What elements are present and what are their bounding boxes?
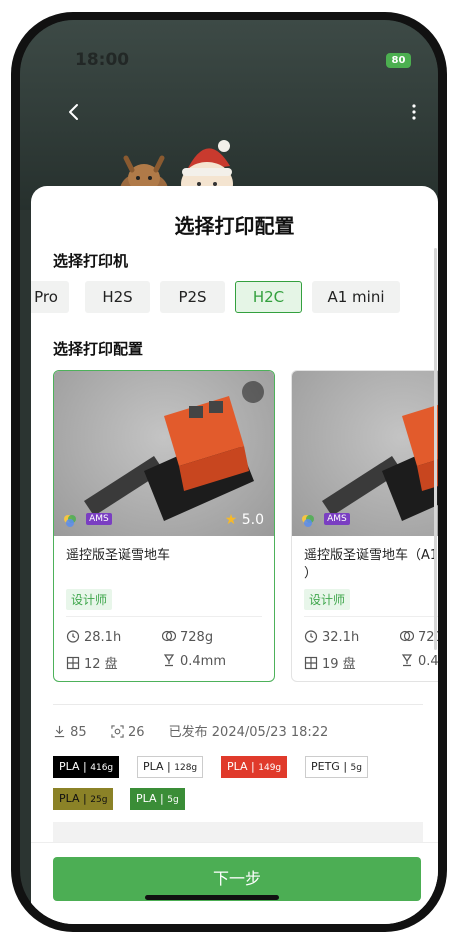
clock-icon [304, 630, 318, 643]
card-divider [304, 616, 438, 617]
multicolor-icon [64, 515, 76, 527]
filament-chip: PLA | 128g [137, 756, 204, 778]
printer-tab-a1-mini[interactable]: A1 mini [312, 281, 400, 313]
designer-tag: 设计师 [66, 589, 113, 610]
downloads: 85 [53, 725, 101, 740]
printer-tab-h2c[interactable]: H2C [235, 281, 302, 313]
plate-icon [66, 656, 80, 670]
plates-stat: 19 盘 [304, 653, 356, 672]
rating-value: 5.0 [241, 512, 264, 528]
weight-stat: 721 [399, 629, 438, 645]
model-hero-background [20, 20, 438, 210]
profile-thumbnail: AMS ★ 5.0 [54, 371, 274, 536]
download-icon [54, 725, 65, 738]
filament-type: PLA [136, 792, 157, 805]
copy-icon [242, 381, 264, 403]
weight-stat: 728g [161, 629, 214, 645]
snow-vehicle-image [322, 404, 438, 521]
print-time: 28.1h [84, 630, 122, 645]
profile-meta: 85 26 已发布 2024/05/23 18:22 [53, 721, 338, 740]
filament-type: PLA [227, 760, 248, 773]
filament-chip: PLA | 5g [130, 788, 185, 810]
print-config-sheet: 选择打印配置 选择打印机 Pro H2S P2S H2C A1 mini 选择打… [31, 186, 438, 924]
ams-badge: AMS [86, 513, 112, 525]
filament-type: PLA [59, 760, 80, 773]
plate-count: 19 盘 [322, 657, 356, 672]
filament-chip: PLA | 416g [53, 756, 120, 778]
nozzle-stat: 0.4mm [162, 653, 226, 669]
card-icons: AMS [62, 513, 112, 529]
filament-type: PETG [311, 760, 340, 773]
filament-weight: 149g [258, 763, 282, 773]
nozzle-icon [163, 654, 175, 667]
plate-count: 12 盘 [84, 657, 118, 672]
printer-tab-pro[interactable]: Pro [31, 281, 69, 313]
filament-spool-icon [161, 630, 177, 642]
printer-section-label: 选择打印机 [53, 252, 129, 270]
printer-tab-h2s[interactable]: H2S [85, 281, 150, 313]
battery-indicator: 80 [386, 53, 411, 68]
rating: ★ 5.0 [225, 512, 264, 528]
profile-title: 遥控版圣诞雪地车 [66, 548, 171, 563]
profile-thumbnail: AMS [292, 371, 438, 536]
filament-type: PLA [59, 792, 80, 805]
status-time: 18:00 [75, 50, 130, 70]
print-time: 32.1h [322, 630, 360, 645]
designer-tag: 设计师 [304, 589, 351, 610]
filament-spool-icon [399, 630, 415, 642]
more-vertical-icon[interactable] [402, 100, 426, 124]
profile-card[interactable]: AMS 遥控版圣诞雪地车（A1m ） 设计师 32.1h 721 19 盘 0.… [291, 370, 438, 682]
print-count-icon [111, 725, 124, 738]
back-arrow-icon[interactable] [62, 100, 86, 124]
phone-device: 18:00 80 选择打印配置 选择打印机 Pro H2S P2S H2C A1… [0, 0, 458, 944]
filament-weight: 416g [90, 763, 114, 773]
profile-card-selected[interactable]: AMS ★ 5.0 遥控版圣诞雪地车 设计师 28.1h 728g 12 盘 0… [53, 370, 275, 682]
nozzle-size: 0.4 [418, 654, 438, 669]
plate-icon [304, 656, 318, 670]
filament-weight: 5g [167, 795, 179, 805]
screen: 18:00 80 选择打印配置 选择打印机 Pro H2S P2S H2C A1… [20, 20, 438, 924]
card-icons: AMS [300, 513, 350, 529]
sheet-title: 选择打印配置 [174, 214, 295, 238]
print-time-stat: 28.1h [66, 629, 121, 645]
filament-chip: PLA | 25g [53, 788, 114, 810]
star-icon: ★ [224, 512, 238, 528]
clock-icon [66, 630, 80, 643]
download-count: 85 [70, 725, 87, 740]
printer-tab-p2s[interactable]: P2S [160, 281, 225, 313]
filament-weight: 5g [350, 763, 362, 773]
filament-weight: 728g [180, 630, 214, 645]
filament-weight: 25g [90, 795, 108, 805]
plates-stat: 12 盘 [66, 653, 118, 672]
scrollbar[interactable] [434, 248, 437, 650]
nozzle-stat: 0.4 [400, 653, 438, 669]
nozzle-size: 0.4mm [180, 654, 227, 669]
nozzle-icon [401, 654, 413, 667]
divider [53, 704, 423, 705]
prints: 26 [111, 725, 159, 740]
filament-chip: PETG | 5g [305, 756, 368, 778]
card-divider [66, 616, 262, 617]
sheet-footer: 下一步 [31, 842, 438, 924]
home-indicator[interactable] [145, 895, 279, 900]
printer-tabs: Pro H2S P2S H2C A1 mini [31, 281, 438, 315]
config-section-label: 选择打印配置 [53, 340, 144, 358]
multicolor-icon [302, 515, 314, 527]
print-count: 26 [127, 725, 145, 740]
print-time-stat: 32.1h [304, 629, 359, 645]
profile-title: 遥控版圣诞雪地车（A1m ） [304, 548, 438, 581]
ams-badge: AMS [324, 513, 350, 525]
publish-date: 已发布 2024/05/23 18:22 [168, 725, 329, 740]
filament-type: PLA [143, 760, 164, 773]
filament-weight: 128g [174, 763, 198, 773]
filament-chip: PLA | 149g [221, 756, 288, 778]
